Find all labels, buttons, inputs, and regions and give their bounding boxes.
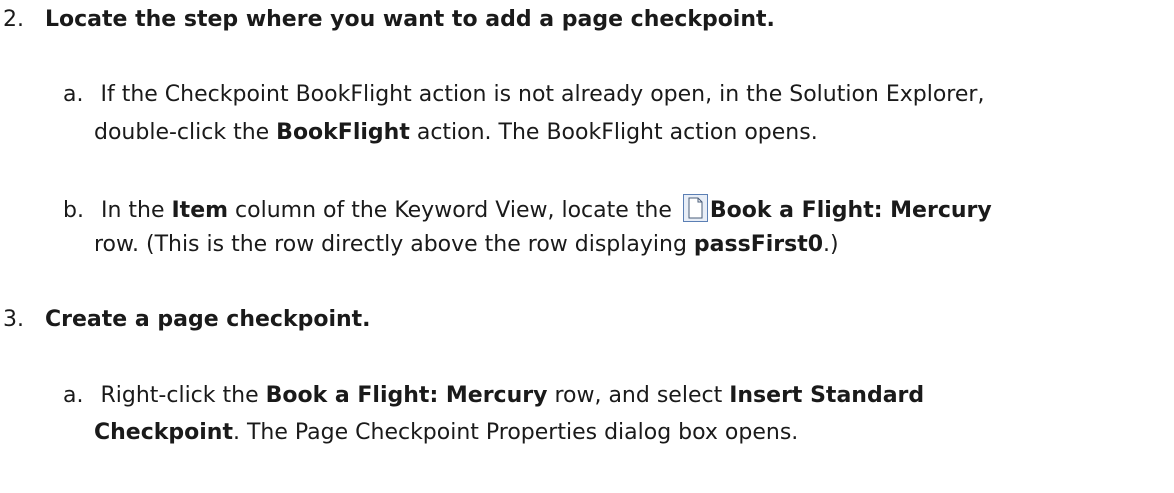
insert-standard-term: Insert Standard [729, 383, 925, 408]
step-2-heading: Locate the step where you want to add a … [45, 7, 775, 32]
step-3a-marker: a. [63, 383, 84, 408]
step-3a-text-mid: row, and select [547, 383, 730, 408]
step-2a-line2: double-click the BookFlight action. The … [94, 118, 818, 148]
step-2b-l2-post: .) [823, 232, 839, 257]
book-a-flight-term-2: Book a Flight: Mercury [265, 383, 548, 408]
step-3: 3. Create a page checkpoint. [3, 305, 371, 335]
step-3-heading: Create a page checkpoint. [45, 307, 371, 332]
step-2-number: 2. [3, 7, 24, 32]
step-2a-marker: a. [63, 82, 84, 107]
book-a-flight-term: Book a Flight: Mercury [709, 198, 992, 223]
step-2b-line2: row. (This is the row directly above the… [94, 230, 839, 260]
page-icon [682, 194, 708, 222]
step-2: 2. Locate the step where you want to add… [3, 5, 775, 35]
step-2b-l2-pre: row. (This is the row directly above the… [94, 232, 694, 257]
step-3a-l2-post: . The Page Checkpoint Properties dialog … [232, 420, 799, 445]
step-3a-text-pre: Right-click the [100, 383, 266, 408]
bookflight-term: BookFlight [276, 120, 410, 145]
document: 2. Locate the step where you want to add… [0, 0, 1174, 493]
passfirst0-term: passFirst0 [693, 232, 824, 257]
item-term: Item [171, 198, 229, 223]
step-2b-text-pre: In the [100, 198, 172, 223]
step-2b: b. In the Item column of the Keyword Vie… [63, 194, 992, 226]
step-2b-marker: b. [63, 198, 84, 223]
step-2a-text-post: action. The BookFlight action opens. [409, 120, 818, 145]
step-3-number: 3. [3, 307, 24, 332]
step-2a-text-line1: If the Checkpoint BookFlight action is n… [100, 82, 985, 107]
step-2a: a. If the Checkpoint BookFlight action i… [63, 80, 984, 110]
step-3a: a. Right-click the Book a Flight: Mercur… [63, 381, 924, 411]
step-2a-text-pre: double-click the [94, 120, 277, 145]
step-2b-text-mid: column of the Keyword View, locate the [228, 198, 679, 223]
checkpoint-term: Checkpoint [94, 420, 233, 445]
step-3a-line2: Checkpoint. The Page Checkpoint Properti… [94, 418, 798, 448]
